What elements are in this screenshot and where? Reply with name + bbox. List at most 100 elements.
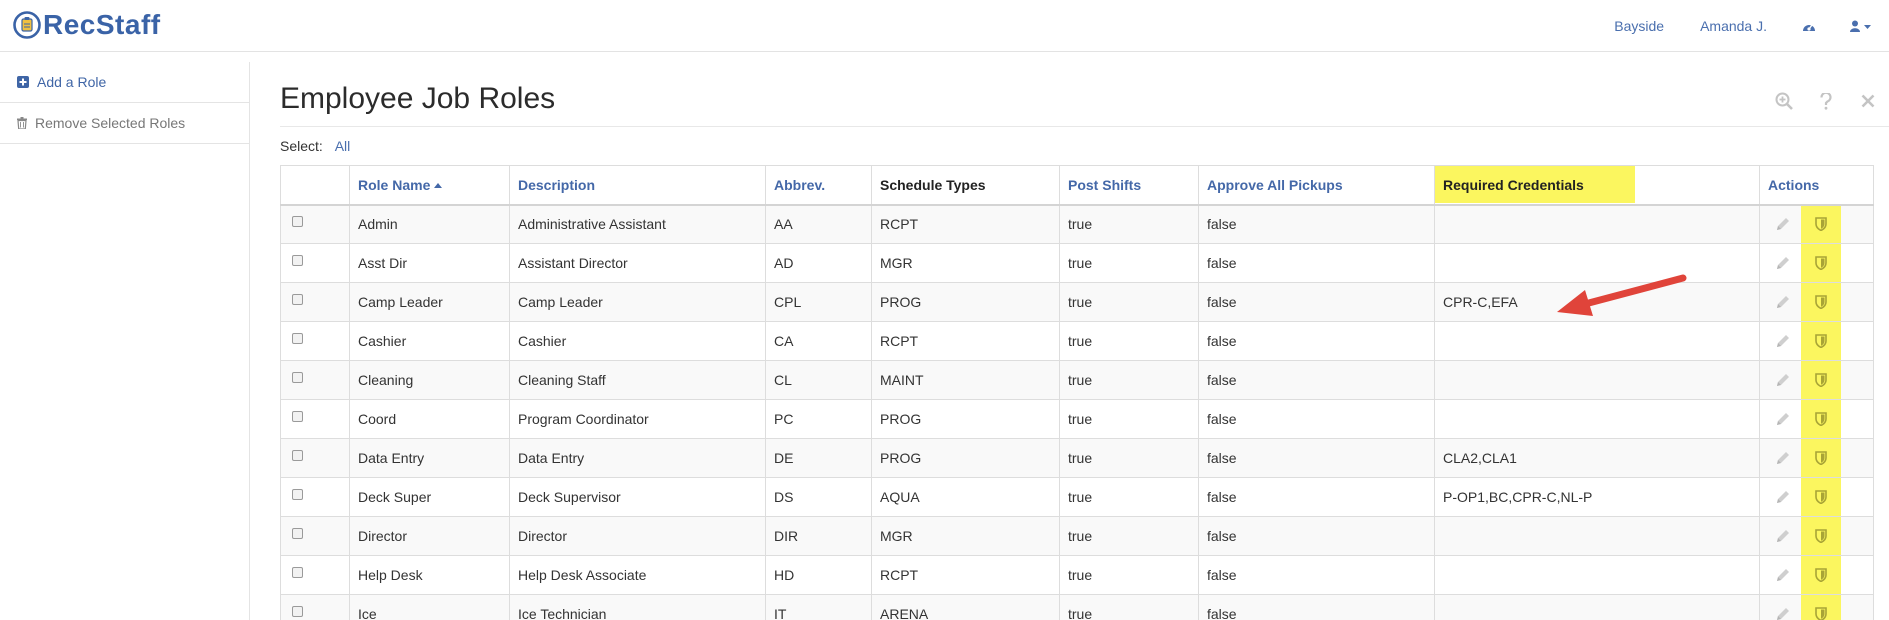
row-actions [1759,204,1874,244]
edit-pencil-icon[interactable] [1774,362,1792,399]
nav-location-link[interactable]: Bayside [1596,18,1682,34]
row-checkbox[interactable] [292,606,303,617]
sidebar-item-label: Add a Role [37,74,107,90]
credentials-shield-icon[interactable] [1801,322,1841,360]
cell-description: Camp Leader [509,282,766,322]
header-role-name[interactable]: Role Name [349,165,510,206]
cell-approve-all-pickups: false [1198,594,1435,620]
credentials-shield-icon[interactable] [1801,595,1841,620]
row-checkbox[interactable] [292,372,303,383]
main-panel: Employee Job Roles Select: All Role Name… [250,62,1889,620]
row-actions [1759,555,1874,595]
header-select [280,165,350,206]
edit-pencil-icon[interactable] [1774,557,1792,594]
credentials-shield-icon[interactable] [1801,556,1841,594]
table-row: Help Desk Help Desk Associate HD RCPT true fa… [280,555,1874,595]
select-all-link[interactable]: All [335,138,351,154]
sidebar-item-add-role[interactable]: Add a Role [0,62,249,103]
row-actions [1759,399,1874,439]
cell-role-name: Director [349,516,510,556]
credentials-shield-icon[interactable] [1801,205,1841,243]
cell-abbrev: CPL [765,282,872,322]
row-actions [1759,477,1874,517]
cell-schedule-type: MAINT [871,360,1060,400]
row-checkbox[interactable] [292,567,303,578]
table-row: Director Director DIR MGR true false [280,516,1874,556]
cell-approve-all-pickups: false [1198,555,1435,595]
row-checkbox[interactable] [292,294,303,305]
credentials-shield-icon[interactable] [1801,517,1841,555]
help-icon[interactable] [1805,92,1847,110]
row-checkbox[interactable] [292,528,303,539]
title-divider [280,126,1889,127]
row-select-cell [280,282,350,322]
row-checkbox[interactable] [292,255,303,266]
cell-required-credentials [1434,594,1760,620]
sidebar-item-remove-roles[interactable]: Remove Selected Roles [0,103,249,144]
cell-schedule-type: RCPT [871,204,1060,244]
edit-pencil-icon[interactable] [1774,284,1792,321]
row-checkbox[interactable] [292,411,303,422]
cell-schedule-type: MGR [871,516,1060,556]
cell-description: Cleaning Staff [509,360,766,400]
edit-pencil-icon[interactable] [1774,479,1792,516]
credentials-shield-icon[interactable] [1801,439,1841,477]
row-checkbox[interactable] [292,489,303,500]
row-checkbox[interactable] [292,450,303,461]
cell-abbrev: DIR [765,516,872,556]
header-description[interactable]: Description [509,165,766,206]
select-label: Select: [280,138,323,154]
row-checkbox[interactable] [292,333,303,344]
close-icon[interactable] [1847,94,1889,108]
cell-abbrev: AD [765,243,872,283]
cell-schedule-type: ARENA [871,594,1060,620]
credentials-shield-icon[interactable] [1801,361,1841,399]
plus-square-icon [17,76,29,88]
top-navbar: RecStaff Bayside Amanda J. [0,0,1889,52]
cell-approve-all-pickups: false [1198,360,1435,400]
cell-schedule-type: PROG [871,282,1060,322]
cell-required-credentials [1434,204,1760,244]
edit-pencil-icon[interactable] [1774,323,1792,360]
edit-pencil-icon[interactable] [1774,440,1792,477]
cell-description: Data Entry [509,438,766,478]
cell-role-name: Data Entry [349,438,510,478]
sidebar: Add a Role Remove Selected Roles [0,62,249,144]
cell-description: Assistant Director [509,243,766,283]
edit-pencil-icon[interactable] [1774,401,1792,438]
edit-pencil-icon[interactable] [1774,518,1792,555]
cell-required-credentials [1434,516,1760,556]
brand-logo-link[interactable]: RecStaff [12,6,161,44]
row-select-cell [280,516,350,556]
header-approve-all-pickups[interactable]: Approve All Pickups [1198,165,1435,206]
dashboard-icon[interactable] [1785,20,1833,32]
user-menu-icon[interactable] [1833,20,1889,32]
table-row: Data Entry Data Entry DE PROG true false CLA2,… [280,438,1874,478]
cell-description: Program Coordinator [509,399,766,439]
edit-pencil-icon[interactable] [1774,596,1792,620]
cell-role-name: Help Desk [349,555,510,595]
row-actions [1759,282,1874,322]
row-select-cell [280,438,350,478]
credentials-shield-icon[interactable] [1801,283,1841,321]
cell-role-name: Coord [349,399,510,439]
zoom-icon[interactable] [1763,92,1805,110]
header-abbrev[interactable]: Abbrev. [765,165,872,206]
nav-user-link[interactable]: Amanda J. [1682,18,1785,34]
table-row: Deck Super Deck Supervisor DS AQUA true false… [280,477,1874,517]
edit-pencil-icon[interactable] [1774,245,1792,282]
header-post-shifts[interactable]: Post Shifts [1059,165,1199,206]
table-row: Cashier Cashier CA RCPT true false [280,321,1874,361]
cell-schedule-type: RCPT [871,321,1060,361]
cell-required-credentials [1434,555,1760,595]
cell-role-name: Asst Dir [349,243,510,283]
credentials-shield-icon[interactable] [1801,478,1841,516]
cell-abbrev: IT [765,594,872,620]
edit-pencil-icon[interactable] [1774,206,1792,243]
credentials-shield-icon[interactable] [1801,244,1841,282]
credentials-shield-icon[interactable] [1801,400,1841,438]
cell-schedule-type: PROG [871,438,1060,478]
row-select-cell [280,360,350,400]
row-checkbox[interactable] [292,216,303,228]
cell-required-credentials [1434,360,1760,400]
